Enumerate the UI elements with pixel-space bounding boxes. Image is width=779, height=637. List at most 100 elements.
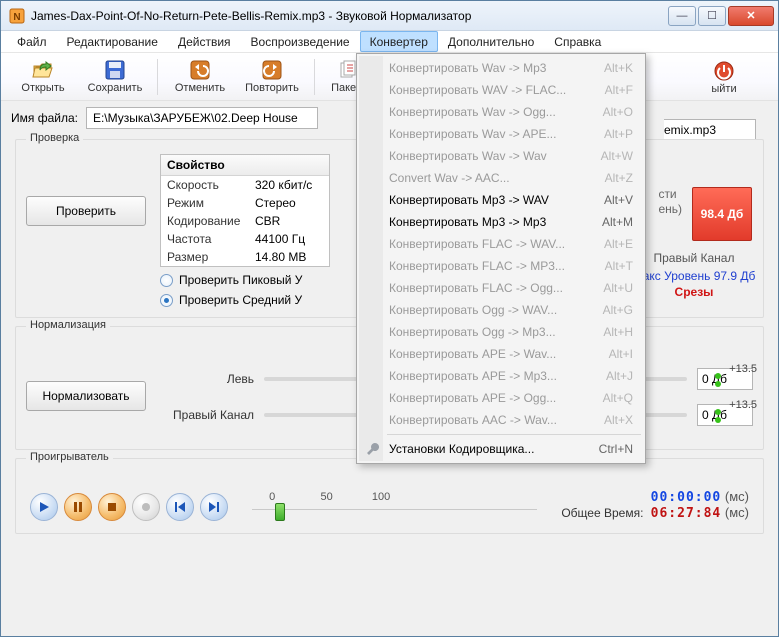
player-group: Проигрыватель 0 50 100 xyxy=(15,458,764,534)
redo-icon xyxy=(261,59,283,81)
player-buttons xyxy=(30,493,228,521)
open-button[interactable]: Открыть xyxy=(7,55,79,99)
property-table: Свойство Скорость320 кбит/с РежимСтерео … xyxy=(160,154,330,267)
normalize-group-label: Нормализация xyxy=(26,319,110,331)
menu-play[interactable]: Воспроизведение xyxy=(241,31,360,52)
radio-average[interactable]: Проверить Средний У xyxy=(160,293,330,307)
filename-label: Имя файла: xyxy=(11,111,78,125)
level-tile-right: 98.4 Дб xyxy=(692,187,752,241)
save-icon xyxy=(104,59,126,81)
check-group-label: Проверка xyxy=(26,132,83,144)
filename-suffix: emix.mp3 xyxy=(664,123,716,137)
redo-label: Повторить xyxy=(245,82,299,94)
normalize-button-label: Нормализовать xyxy=(42,389,129,403)
dd-aac-wav[interactable]: Конвертировать AAC -> Wav...Alt+X xyxy=(359,409,643,431)
dd-wav-aac[interactable]: Convert Wav -> AAC...Alt+Z xyxy=(359,167,643,189)
exit-icon xyxy=(713,60,735,82)
dd-wav-ogg[interactable]: Конвертировать Wav -> Ogg...Alt+O xyxy=(359,101,643,123)
radio-icon xyxy=(160,294,173,307)
progress-ruler[interactable]: 0 50 100 xyxy=(252,481,537,521)
toolbar-sep-2 xyxy=(314,59,315,95)
open-label: Открыть xyxy=(21,82,64,94)
menu-help[interactable]: Справка xyxy=(544,31,611,52)
radio-icon xyxy=(160,274,173,287)
dd-wav-ape[interactable]: Конвертировать Wav -> APE...Alt+P xyxy=(359,123,643,145)
table-row: Частота44100 Гц xyxy=(161,230,329,248)
app-window: N James-Dax-Point-Of-No-Return-Pete-Bell… xyxy=(0,0,779,637)
table-row: КодированиеCBR xyxy=(161,212,329,230)
progress-thumb-icon[interactable] xyxy=(275,503,285,521)
radio-peak[interactable]: Проверить Пиковый У xyxy=(160,273,330,287)
minimize-button[interactable]: — xyxy=(668,6,696,26)
undo-label: Отменить xyxy=(175,82,225,94)
right-hint: сти ень) xyxy=(658,187,682,217)
dd-wav-mp3[interactable]: Конвертировать Wav -> Mp3Alt+K xyxy=(359,57,643,79)
menubar: Файл Редактирование Действия Воспроизвед… xyxy=(1,31,778,53)
dd-ape-ogg[interactable]: Конвертировать APE -> Ogg...Alt+Q xyxy=(359,387,643,409)
wrench-icon xyxy=(365,441,381,457)
level-dots-icon xyxy=(715,373,721,387)
dd-encoder-settings[interactable]: Установки Кодировщика...Ctrl+N xyxy=(359,438,643,460)
dd-flac-mp3[interactable]: Конвертировать FLAC -> MP3...Alt+T xyxy=(359,255,643,277)
level-dots-icon xyxy=(715,409,721,423)
ruler-tick: 50 xyxy=(320,491,332,503)
menu-edit[interactable]: Редактирование xyxy=(57,31,168,52)
folder-open-icon xyxy=(32,59,54,81)
toolbar-sep xyxy=(157,59,158,95)
menu-converter[interactable]: Конвертер xyxy=(360,31,438,52)
dd-ape-wav[interactable]: Конвертировать APE -> Wav...Alt+I xyxy=(359,343,643,365)
undo-button[interactable]: Отменить xyxy=(164,55,236,99)
save-button[interactable]: Сохранить xyxy=(79,55,151,99)
dd-flac-wav[interactable]: Конвертировать FLAC -> WAV...Alt+E xyxy=(359,233,643,255)
exit-label: ыйти xyxy=(711,83,736,95)
dd-wav-wav[interactable]: Конвертировать Wav -> WavAlt+W xyxy=(359,145,643,167)
normalize-button[interactable]: Нормализовать xyxy=(26,381,146,411)
filename-suffix-box: emix.mp3 xyxy=(664,119,756,141)
svg-text:N: N xyxy=(13,12,20,23)
window-buttons: — ☐ ✕ xyxy=(666,6,774,26)
next-button[interactable] xyxy=(200,493,228,521)
check-mode-radios: Проверить Пиковый У Проверить Средний У xyxy=(160,273,330,307)
pause-button[interactable] xyxy=(64,493,92,521)
check-button[interactable]: Проверить xyxy=(26,196,146,226)
titlebar: N James-Dax-Point-Of-No-Return-Pete-Bell… xyxy=(1,1,778,31)
time-current-row: 00:00:00 (мс) xyxy=(561,489,749,505)
dd-flac-ogg[interactable]: Конвертировать FLAC -> Ogg...Alt+U xyxy=(359,277,643,299)
dropdown-sep xyxy=(387,434,641,435)
app-icon: N xyxy=(9,8,25,24)
dd-ogg-wav[interactable]: Конвертировать Ogg -> WAV...Alt+G xyxy=(359,299,643,321)
redo-button[interactable]: Повторить xyxy=(236,55,308,99)
dd-ogg-mp3[interactable]: Конвертировать Ogg -> Mp3...Alt+H xyxy=(359,321,643,343)
dd-mp3-wav[interactable]: Конвертировать Mp3 -> WAVAlt+V xyxy=(359,189,643,211)
undo-icon xyxy=(189,59,211,81)
slider-max-label: +13.5 xyxy=(729,399,757,411)
filename-input[interactable] xyxy=(86,107,318,129)
dd-wav-flac[interactable]: Конвертировать WAV -> FLAC...Alt+F xyxy=(359,79,643,101)
player-group-label: Проигрыватель xyxy=(26,451,113,463)
close-button[interactable]: ✕ xyxy=(728,6,774,26)
dd-ape-mp3[interactable]: Конвертировать APE -> Mp3...Alt+J xyxy=(359,365,643,387)
time-total-row: Общее Время: 06:27:84 (мс) xyxy=(561,505,749,521)
menu-extra[interactable]: Дополнительно xyxy=(438,31,544,52)
converter-dropdown: Конвертировать Wav -> Mp3Alt+K Конвертир… xyxy=(356,53,646,464)
ruler-tick: 100 xyxy=(372,491,390,503)
window-title: James-Dax-Point-Of-No-Return-Pete-Bellis… xyxy=(31,9,666,23)
menu-file[interactable]: Файл xyxy=(7,31,57,52)
check-button-label: Проверить xyxy=(56,204,116,218)
exit-button[interactable]: ыйти xyxy=(688,55,760,99)
table-row: Размер14.80 МВ xyxy=(161,248,329,266)
slider-max-label: +13.5 xyxy=(729,363,757,375)
save-label: Сохранить xyxy=(88,82,143,94)
menu-actions[interactable]: Действия xyxy=(168,31,241,52)
stop-button[interactable] xyxy=(98,493,126,521)
right-channel-label: Правый Канал xyxy=(162,408,254,422)
property-header: Свойство xyxy=(161,155,329,176)
prev-button[interactable] xyxy=(166,493,194,521)
table-row: Скорость320 кбит/с xyxy=(161,176,329,194)
play-button[interactable] xyxy=(30,493,58,521)
maximize-button[interactable]: ☐ xyxy=(698,6,726,26)
left-channel-label: Левь xyxy=(162,372,254,386)
ruler-tick: 0 xyxy=(269,491,275,503)
record-button[interactable] xyxy=(132,493,160,521)
dd-mp3-mp3[interactable]: Конвертировать Mp3 -> Mp3Alt+M xyxy=(359,211,643,233)
